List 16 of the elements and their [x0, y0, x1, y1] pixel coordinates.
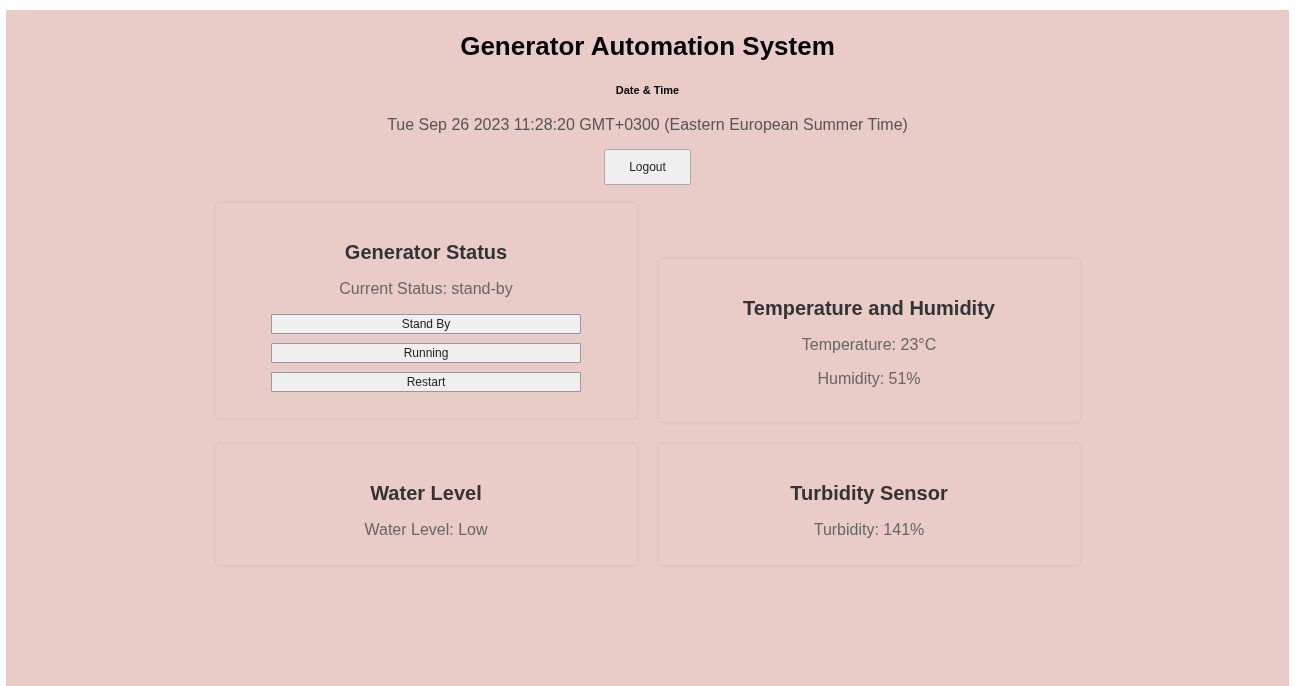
card-title: Generator Status [344, 241, 508, 264]
date-time-label: Date & Time [615, 84, 680, 96]
reading-text: Humidity: 51% [817, 370, 921, 388]
reading-text: Water Level: Low [364, 521, 488, 539]
date-time-text: Tue Sep 26 2023 11:28:20 GMT+0300 (Eastern European Summer Time) [387, 116, 908, 134]
card-title: Temperature and Humidity [743, 297, 995, 320]
status-button[interactable]: Stand By [271, 314, 581, 334]
card-title: Water Level [370, 482, 482, 505]
logout-button[interactable]: Logout [604, 149, 691, 185]
status-button[interactable]: Restart [271, 372, 581, 392]
reading-text: Temperature: 23°C [801, 336, 937, 354]
card-title: Turbidity Sensor [790, 482, 948, 505]
page-title: Generator Automation System [460, 30, 835, 62]
status-text: Current Status: stand-by [339, 280, 513, 298]
status-button[interactable]: Running [271, 343, 581, 363]
reading-text: Turbidity: 141% [813, 521, 925, 539]
